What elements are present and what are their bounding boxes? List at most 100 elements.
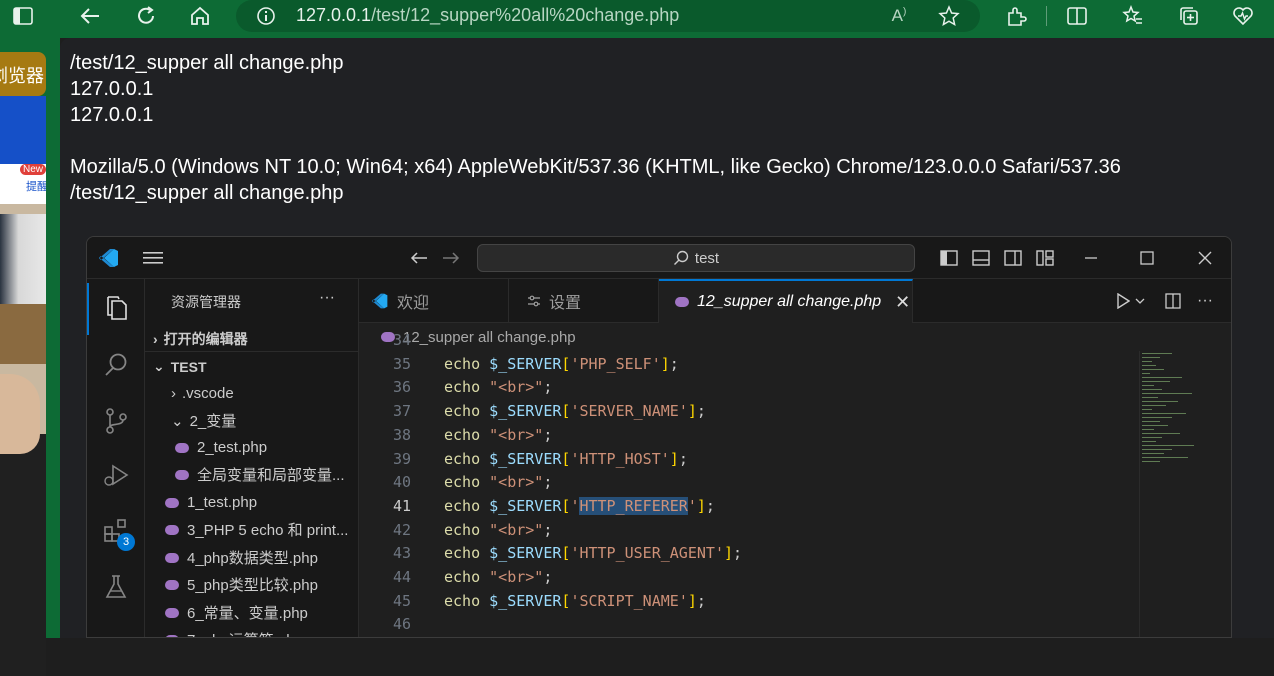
url-host: 127.0.0.1 xyxy=(296,5,372,25)
minimap-line xyxy=(1142,441,1156,442)
code-line: echo $_SERVER['SERVER_NAME']; xyxy=(444,402,706,421)
file-label: 2_test.php xyxy=(197,439,268,456)
minimize-icon[interactable] xyxy=(1079,237,1103,279)
split-editor-icon[interactable] xyxy=(1161,279,1185,323)
code-line: echo $_SERVER['PHP_SELF']; xyxy=(444,354,679,373)
minimap-line xyxy=(1142,425,1168,426)
tab-label: 欢迎 xyxy=(397,295,430,312)
line-number: 45 xyxy=(392,591,411,610)
command-center[interactable]: test xyxy=(477,244,915,272)
source-control-icon[interactable] xyxy=(87,395,145,447)
line-number: 43 xyxy=(392,544,411,563)
url-text[interactable]: 127.0.0.1/test/12_supper%20all%20change.… xyxy=(296,5,679,26)
list-item[interactable]: 2_test.php xyxy=(145,434,359,461)
split-screen-icon[interactable] xyxy=(1062,0,1092,32)
video-thumbnail xyxy=(0,204,46,676)
extensions-icon[interactable] xyxy=(1002,0,1030,32)
minimap-line xyxy=(1142,401,1178,402)
toggle-secondary-sidebar-icon[interactable] xyxy=(1001,237,1025,279)
close-tab-icon[interactable]: ✕ xyxy=(895,292,910,313)
promo-label: 浏览器 xyxy=(0,66,44,86)
editor-more-actions-icon[interactable]: ··· xyxy=(1193,279,1217,323)
nav-back-icon[interactable] xyxy=(407,237,431,279)
tab-bar: 欢迎 设置 12_supper all change.php ✕ ··· xyxy=(359,279,1231,323)
code-line: echo $_SERVER['SCRIPT_NAME']; xyxy=(444,591,706,610)
explorer-icon[interactable] xyxy=(87,283,145,335)
tab-welcome[interactable]: 欢迎 xyxy=(359,279,509,323)
customize-layout-icon[interactable] xyxy=(1033,237,1057,279)
toggle-panel-icon[interactable] xyxy=(969,237,993,279)
sidebar-toggle-icon[interactable] xyxy=(8,0,38,32)
php-file-icon xyxy=(165,524,179,535)
file-label: 5_php类型比较.php xyxy=(187,577,318,594)
breadcrumb-file: 12_supper all change.php xyxy=(403,328,576,346)
promo-banner[interactable]: 浏览器 xyxy=(0,52,46,96)
line-number: 42 xyxy=(392,520,411,539)
minimap-line xyxy=(1142,393,1192,394)
home-icon[interactable] xyxy=(184,0,216,32)
command-center-label: test xyxy=(694,249,720,267)
minimap-line xyxy=(1142,381,1170,382)
refresh-icon[interactable] xyxy=(130,0,162,32)
tab-label: 设置 xyxy=(549,295,582,312)
list-item[interactable]: 7_php运算符.php xyxy=(145,626,359,637)
tab-active-file[interactable]: 12_supper all change.php ✕ xyxy=(659,279,913,323)
health-icon[interactable] xyxy=(1228,0,1258,32)
line-number: 35 xyxy=(392,354,411,373)
output-line-1: /test/12_supper all change.php xyxy=(70,52,344,74)
new-badge: New xyxy=(19,164,46,175)
list-item[interactable]: ⌄ 2_变量 xyxy=(145,407,359,434)
read-aloud-icon[interactable]: A) xyxy=(886,0,912,32)
menu-icon[interactable] xyxy=(141,237,165,279)
extensions-view-icon[interactable]: 3 xyxy=(87,505,145,557)
close-window-icon[interactable] xyxy=(1193,237,1217,279)
tab-settings[interactable]: 设置 xyxy=(509,279,659,323)
minimap-line xyxy=(1142,413,1186,414)
minimap-line xyxy=(1142,437,1162,438)
tab-label: 12_supper all change.php xyxy=(697,293,882,310)
list-item[interactable]: 3_PHP 5 echo 和 print... xyxy=(145,516,359,543)
list-item[interactable]: 4_php数据类型.php xyxy=(145,544,359,571)
collections-icon[interactable] xyxy=(1174,0,1204,32)
notice-panel[interactable]: 提醒 New xyxy=(0,164,46,204)
code-line: echo "<br>"; xyxy=(444,520,553,539)
list-item[interactable]: 5_php类型比较.php xyxy=(145,571,359,598)
side-panel-strip: 浏览器 提醒 New xyxy=(0,38,60,676)
toggle-primary-sidebar-icon[interactable] xyxy=(937,237,961,279)
run-file-icon[interactable] xyxy=(1111,279,1135,323)
testing-icon[interactable] xyxy=(87,561,145,613)
list-item[interactable]: 全局变量和局部变量... xyxy=(145,461,359,488)
minimap[interactable] xyxy=(1139,351,1227,637)
address-bar[interactable]: 127.0.0.1/test/12_supper%20all%20change.… xyxy=(236,0,980,32)
search-view-icon[interactable] xyxy=(87,339,145,391)
nav-forward-icon[interactable] xyxy=(439,237,463,279)
more-actions-icon[interactable]: ··· xyxy=(319,289,335,307)
line-number: 39 xyxy=(392,449,411,468)
minimap-line xyxy=(1142,397,1158,398)
breadcrumb[interactable]: 12_supper all change.php xyxy=(359,323,1231,351)
file-label: 1_test.php xyxy=(187,494,258,511)
browser-toolbar: 127.0.0.1/test/12_supper%20all%20change.… xyxy=(0,0,1274,38)
php-file-icon xyxy=(165,634,179,637)
back-icon[interactable] xyxy=(74,0,106,32)
code-line: echo "<br>"; xyxy=(444,568,553,586)
file-label: 4_php数据类型.php xyxy=(187,550,318,567)
file-label: 2_变量 xyxy=(189,413,237,430)
code-editor[interactable]: 34 35 echo $_SERVER['PHP_SELF']; 36 echo "<b… xyxy=(359,331,1139,637)
line-number: 46 xyxy=(392,615,411,634)
workspace-section[interactable]: ⌄ TEST xyxy=(145,353,359,380)
run-debug-icon[interactable] xyxy=(87,449,145,501)
minimap-line xyxy=(1142,357,1160,358)
list-item[interactable]: 6_常量、变量.php xyxy=(145,599,359,626)
favorite-star-icon[interactable] xyxy=(936,0,962,32)
list-item[interactable]: 1_test.php xyxy=(145,489,359,516)
run-dropdown-icon[interactable] xyxy=(1133,279,1147,323)
chevron-right-icon: › xyxy=(153,330,158,347)
open-editors-section[interactable]: › 打开的编辑器 xyxy=(145,325,359,352)
extensions-badge: 3 xyxy=(117,533,135,551)
activity-bar: 3 xyxy=(87,279,145,637)
info-icon[interactable] xyxy=(254,0,278,32)
list-item[interactable]: › .vscode xyxy=(145,380,359,407)
maximize-icon[interactable] xyxy=(1135,237,1159,279)
favorites-icon[interactable] xyxy=(1118,0,1148,32)
